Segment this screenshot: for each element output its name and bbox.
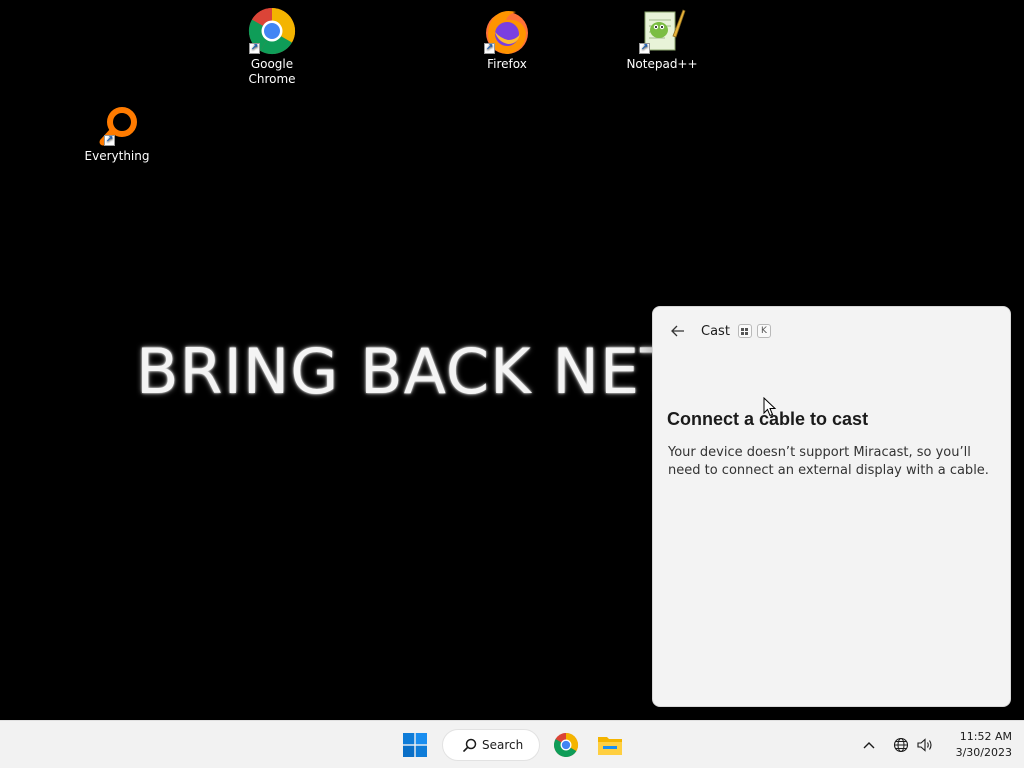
back-button[interactable] bbox=[669, 322, 687, 340]
desktop-icon-chrome[interactable]: ↗ Google Chrome bbox=[231, 6, 313, 87]
clock-date: 3/30/2023 bbox=[955, 746, 1012, 759]
shortcut-arrow-icon: ↗ bbox=[104, 135, 115, 146]
taskbar-search-button[interactable]: Search bbox=[442, 729, 540, 761]
start-button[interactable] bbox=[397, 727, 433, 763]
firefox-icon: ↗ bbox=[482, 6, 532, 56]
folder-icon bbox=[598, 737, 622, 755]
windows-key-icon bbox=[737, 324, 752, 338]
clock-time: 11:52 AM bbox=[959, 730, 1012, 743]
volume-icon bbox=[916, 738, 932, 752]
wallpaper-text: BRING BACK NET bbox=[136, 336, 652, 408]
notepadpp-icon: ↗ bbox=[637, 6, 687, 56]
desktop-icon-label: Everything bbox=[84, 149, 150, 163]
shortcut-arrow-icon: ↗ bbox=[639, 43, 650, 54]
cast-header: Cast K bbox=[669, 321, 776, 341]
desktop-icon-everything[interactable]: ↗ Everything bbox=[76, 104, 158, 164]
windows-logo-icon bbox=[403, 733, 427, 757]
taskbar: Search 11:52 AM 3/30/2023 bbox=[0, 720, 1024, 768]
everything-icon: ↗ bbox=[92, 104, 142, 148]
cast-panel: Cast K Connect a cable to cast Your devi… bbox=[652, 306, 1011, 707]
arrow-left-icon bbox=[671, 325, 684, 337]
shortcut-arrow-icon: ↗ bbox=[484, 43, 495, 54]
taskbar-chrome-button[interactable] bbox=[548, 727, 584, 763]
chrome-icon: ↗ bbox=[247, 6, 297, 56]
search-label: Search bbox=[482, 738, 524, 752]
taskbar-clock[interactable]: 11:52 AM 3/30/2023 bbox=[946, 729, 1012, 761]
taskbar-file-explorer-button[interactable] bbox=[592, 727, 628, 763]
cast-description: Your device doesn’t support Miracast, so… bbox=[668, 445, 989, 478]
cast-title: Cast bbox=[701, 323, 730, 339]
shortcut-key: K bbox=[756, 324, 771, 338]
desktop-icon-firefox[interactable]: ↗ Firefox bbox=[466, 6, 548, 72]
mouse-cursor-icon bbox=[763, 397, 777, 417]
chrome-icon bbox=[554, 733, 579, 757]
desktop-icon-label: Firefox bbox=[487, 57, 527, 71]
desktop-icon-label: Notepad++ bbox=[626, 57, 698, 71]
chevron-up-icon bbox=[863, 742, 875, 749]
shortcut-arrow-icon: ↗ bbox=[249, 43, 260, 54]
globe-icon bbox=[893, 737, 908, 753]
network-volume-button[interactable] bbox=[888, 727, 938, 763]
desktop-icon-notepadpp[interactable]: ↗ Notepad++ bbox=[621, 6, 703, 72]
search-icon bbox=[463, 738, 477, 752]
desktop-icon-label: Google Chrome bbox=[248, 57, 296, 86]
show-hidden-icons-button[interactable] bbox=[856, 727, 882, 763]
